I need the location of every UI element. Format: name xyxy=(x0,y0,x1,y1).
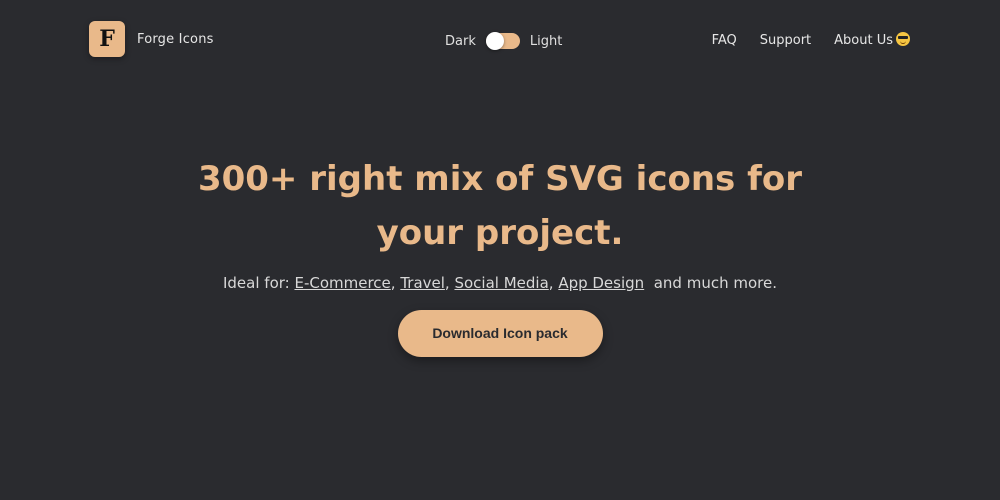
ideal-prefix: Ideal for: xyxy=(222,274,295,292)
theme-switch-knob xyxy=(485,32,504,50)
theme-toggle: Dark Light xyxy=(445,32,563,50)
category-link-ecommerce[interactable]: E-Commerce xyxy=(294,274,390,292)
header: F Forge Icons Dark Light FAQ Support Abo… xyxy=(0,0,1000,80)
logo-letter: F xyxy=(99,26,115,52)
hero-subtitle: Ideal for: E-Commerce, Travel, Social Me… xyxy=(222,274,777,292)
theme-dark-label: Dark xyxy=(445,33,476,49)
download-icon-pack-button[interactable]: Download Icon pack xyxy=(397,310,603,357)
nav-about[interactable]: About Us xyxy=(834,32,910,48)
category-link-travel[interactable]: Travel xyxy=(400,274,445,292)
sunglasses-emoji-icon xyxy=(896,32,910,46)
hero: 300+ right mix of SVG icons for your pro… xyxy=(0,152,1000,357)
brand-link[interactable]: F Forge Icons xyxy=(89,21,214,57)
theme-light-label: Light xyxy=(529,33,563,49)
main-nav: FAQ Support About Us xyxy=(712,32,910,48)
landing-page: F Forge Icons Dark Light FAQ Support Abo… xyxy=(0,0,1000,500)
category-link-social-media[interactable]: Social Media xyxy=(454,274,548,292)
hero-title: 300+ right mix of SVG icons for your pro… xyxy=(197,159,803,253)
nav-about-label: About Us xyxy=(834,33,893,48)
brand-name: Forge Icons xyxy=(137,31,214,47)
category-link-app-design[interactable]: App Design xyxy=(558,274,644,292)
ideal-suffix: and much more. xyxy=(653,274,777,292)
nav-faq[interactable]: FAQ xyxy=(712,33,737,48)
logo: F xyxy=(89,21,125,57)
theme-switch[interactable] xyxy=(485,32,520,50)
nav-support[interactable]: Support xyxy=(760,33,811,48)
